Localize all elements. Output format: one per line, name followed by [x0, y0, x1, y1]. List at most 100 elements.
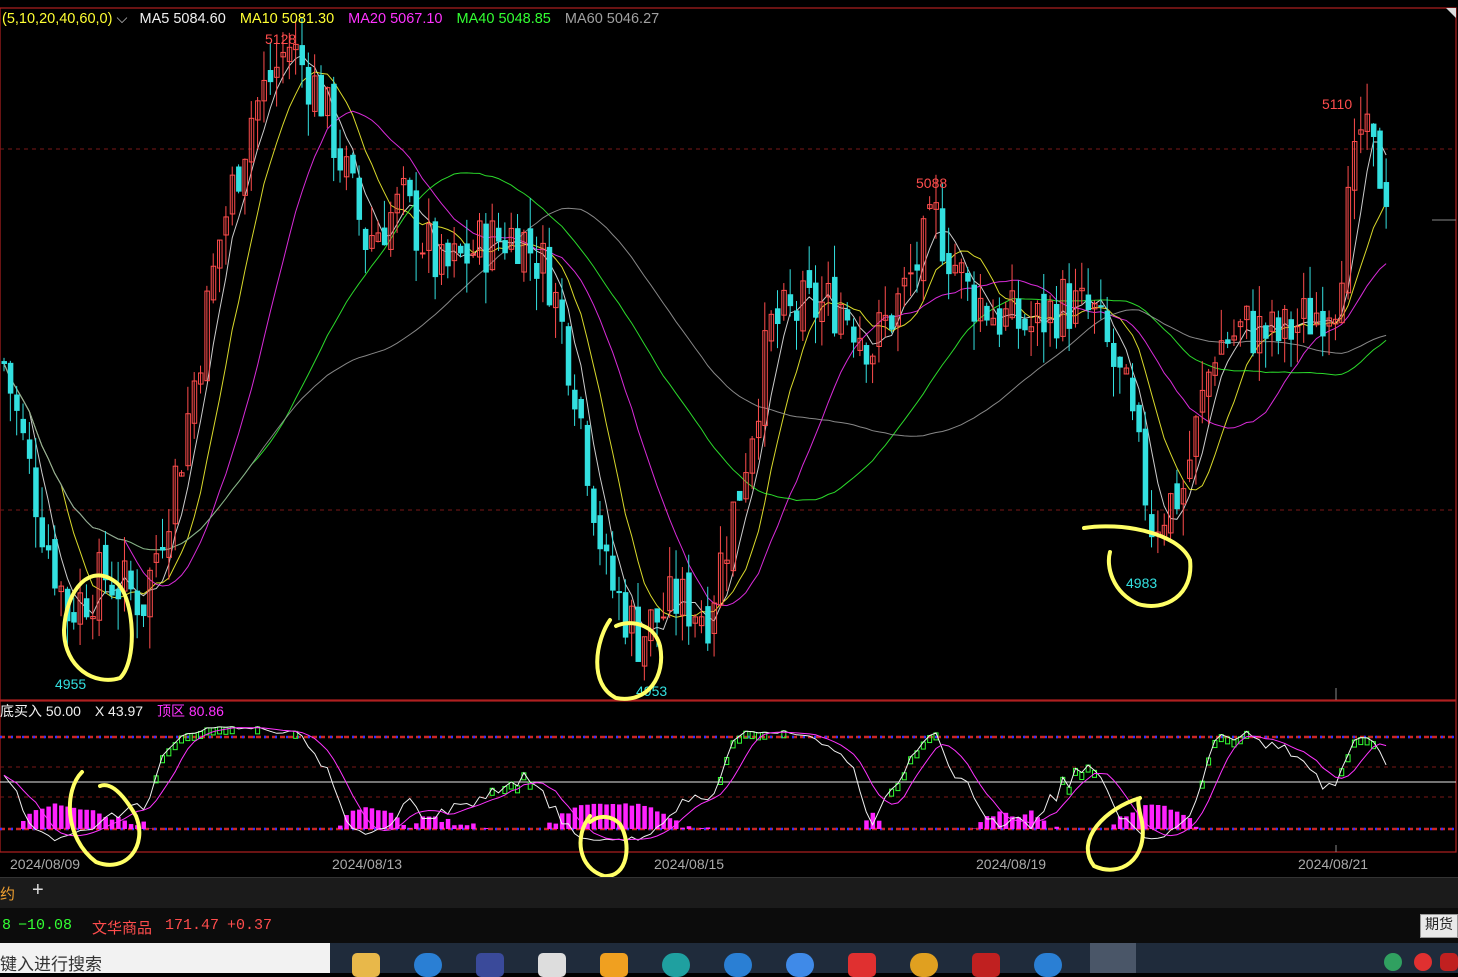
oscillator-bar [1156, 805, 1161, 829]
x-value-label: X 43.97 [95, 703, 143, 719]
candle-body [1118, 357, 1123, 367]
candle-body [408, 180, 413, 195]
tray-icon[interactable] [1440, 953, 1458, 971]
candle-body [1226, 340, 1231, 344]
add-tab-button[interactable]: + [32, 879, 44, 902]
oscillator-bar [547, 823, 552, 829]
candle-body [1264, 326, 1269, 338]
ie-browser-icon[interactable] [414, 953, 442, 977]
candle-body [687, 573, 692, 626]
candle-body [940, 209, 945, 261]
oscillator-bar [592, 804, 597, 829]
candle-body [814, 283, 819, 317]
candle-body [674, 579, 679, 613]
candle-body [864, 346, 869, 365]
high-label-5110: 5110 [1322, 96, 1352, 112]
candle-body [21, 419, 26, 432]
candle-body [795, 311, 800, 320]
candle-body [1086, 295, 1091, 310]
file-explorer-icon[interactable] [352, 953, 380, 977]
oscillator-legend: 底买入 50.00 X 43.97 顶区 80.86 [0, 703, 224, 719]
oscillator-bar [649, 807, 654, 829]
date-label: 2024/08/09 [10, 856, 80, 872]
ma-params: (5,10,20,40,60,0) [2, 11, 112, 27]
oscillator-bar [484, 828, 489, 829]
oscillator-bar [680, 828, 685, 829]
oscillator-bar [573, 808, 578, 829]
candle-body [433, 222, 438, 277]
image-app-icon[interactable] [600, 953, 628, 977]
candle-body [528, 229, 533, 253]
oscillator-bar [376, 810, 381, 829]
oscillator-bar [630, 806, 635, 829]
date-label: 2024/08/15 [654, 856, 724, 872]
oscillator-bar [471, 823, 476, 829]
contract-tab[interactable]: 约 [0, 883, 15, 904]
oscillator-bar [357, 810, 362, 829]
futures-button[interactable]: 期货 [1420, 914, 1458, 938]
candle-body [357, 178, 362, 219]
candle-body [382, 228, 387, 245]
candle-body [1042, 294, 1047, 331]
candle-body [1131, 378, 1136, 411]
candle-body [46, 546, 51, 550]
params-dropdown-icon[interactable]: ⌵ [116, 11, 128, 27]
s-app-icon[interactable] [724, 953, 752, 977]
candle-body [788, 295, 793, 306]
candle-body [1276, 318, 1281, 341]
chrome-icon[interactable] [910, 953, 938, 977]
search-input[interactable]: 键入进行搜索 [0, 943, 330, 973]
candle-body [1371, 124, 1376, 136]
candle-body [363, 229, 368, 249]
oscillator-bar [623, 803, 628, 829]
ticker-change: −10.08 [18, 917, 72, 934]
app-icon[interactable] [538, 953, 566, 977]
date-label: 2024/08/21 [1298, 856, 1368, 872]
tool-icon[interactable] [476, 953, 504, 977]
candle-body [1137, 405, 1142, 431]
candle-body [611, 556, 616, 590]
wenhua-icon[interactable] [972, 953, 1000, 977]
oscillator-bar [699, 828, 704, 829]
candle-body [1023, 319, 1028, 329]
netease-music-icon[interactable] [848, 953, 876, 977]
candle-body [414, 191, 419, 250]
oscillator-bar [554, 824, 559, 829]
oscillator-bar [122, 821, 127, 829]
candle-body [516, 229, 521, 264]
oscillator-bar [129, 824, 134, 829]
candle-body [592, 489, 597, 522]
bottom-buy-label: 底买入 50.00 [0, 703, 81, 719]
s-app-icon-2[interactable] [1034, 953, 1062, 977]
candle-body [110, 585, 115, 595]
candle-body [338, 149, 343, 170]
oscillator-bar [452, 825, 457, 829]
ticker-change-partial: 8 [2, 917, 11, 934]
ticker-name[interactable]: 文华商品 [92, 917, 152, 938]
candle-body [319, 75, 324, 116]
candle-body [72, 613, 77, 622]
tray-icon[interactable] [1384, 953, 1402, 971]
candle-body [737, 491, 742, 500]
ticker-price-change: +0.37 [227, 917, 272, 934]
candle-body [1016, 299, 1021, 328]
candle-body [972, 285, 977, 321]
oscillator-bar [978, 822, 983, 829]
ma5-label: MA5 5084.60 [140, 11, 226, 27]
candle-body [604, 545, 609, 551]
tray-icon[interactable] [1414, 953, 1432, 971]
active-app-icon[interactable] [1090, 943, 1136, 973]
date-label: 2024/08/19 [976, 856, 1046, 872]
candle-body [915, 265, 920, 270]
rss-app-icon[interactable] [786, 953, 814, 977]
candle-body [446, 243, 451, 266]
edge-browser-icon[interactable] [662, 953, 690, 977]
oscillator-bar [877, 821, 882, 829]
oscillator-bar [1162, 806, 1167, 829]
candle-body [116, 589, 121, 598]
oscillator-bar [84, 810, 89, 829]
oscillator-bar [1042, 821, 1047, 829]
candle-body [617, 592, 622, 593]
candle-body [40, 518, 45, 547]
candle-body [458, 246, 463, 253]
